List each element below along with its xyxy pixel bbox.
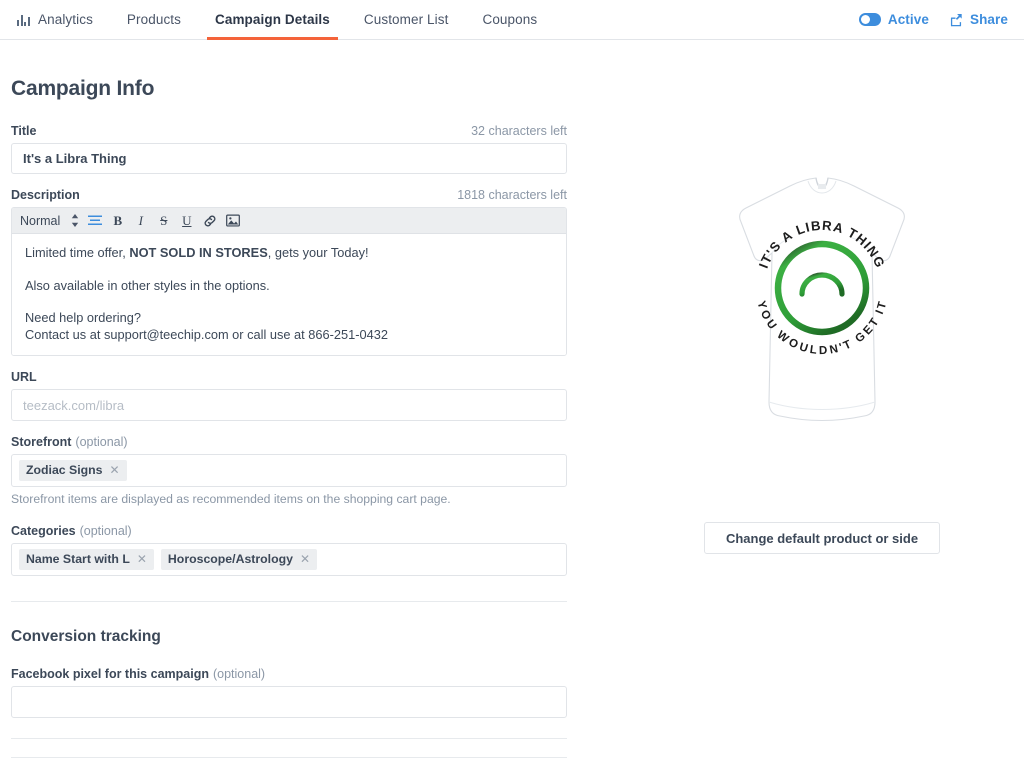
tab-customer-list-label: Customer List [363, 11, 449, 27]
underline-icon[interactable]: U [175, 210, 198, 232]
facebook-pixel-input[interactable] [11, 686, 567, 719]
bold-icon[interactable]: B [106, 210, 129, 232]
description-p1-post: , gets your Today! [267, 245, 369, 260]
storefront-hint: Storefront items are displayed as recomm… [11, 492, 451, 507]
editor-toolbar: Normal B I S U [12, 208, 566, 234]
description-field-head: Description 1818 characters left [11, 188, 567, 202]
tab-analytics-label: Analytics [38, 11, 93, 27]
category-tag-label: Horoscope/Astrology [167, 552, 293, 567]
category-tag: Name Start with L ✕ [19, 549, 154, 571]
description-field-group: Description 1818 characters left Normal [11, 188, 567, 357]
storefront-label: Storefront [11, 435, 72, 450]
categories-optional-label: (optional) [79, 524, 132, 539]
storefront-tag: Zodiac Signs ✕ [19, 460, 127, 482]
conversion-tracking-title: Conversion tracking [11, 628, 161, 646]
category-tag-label: Name Start with L [26, 552, 130, 567]
chevron-updown-icon [71, 214, 79, 227]
change-default-product-button[interactable]: Change default product or side [704, 522, 940, 554]
toggle-switch-icon[interactable] [858, 13, 881, 26]
tab-campaign-details-label: Campaign Details [215, 11, 330, 27]
storefront-optional-label: (optional) [75, 435, 128, 450]
page-body: Campaign Info Title 32 characters left D… [0, 40, 1024, 761]
title-character-count: 32 characters left [471, 124, 567, 138]
active-toggle[interactable]: Active [858, 12, 929, 27]
share-button[interactable]: Share [949, 12, 1008, 27]
strikethrough-icon[interactable]: S [152, 210, 175, 232]
categories-label: Categories [11, 524, 76, 539]
tab-coupons[interactable]: Coupons [465, 0, 554, 39]
description-paragraph-2: Also available in other styles in the op… [25, 277, 270, 293]
storefront-tag-label: Zodiac Signs [26, 463, 103, 478]
storefront-field-group: Storefront (optional) Zodiac Signs ✕ Sto… [11, 435, 567, 506]
facebook-pixel-optional-label: (optional) [212, 667, 266, 682]
title-label: Title [11, 124, 37, 138]
tab-products[interactable]: Products [110, 0, 198, 39]
format-select[interactable]: Normal [20, 214, 79, 228]
description-editor: Normal B I S U Limited time offer, NOT S… [11, 207, 567, 357]
description-p1-pre: Limited time offer, [25, 245, 130, 260]
tab-customer-list[interactable]: Customer List [347, 0, 466, 39]
product-image: IT'S A LIBRA THING YOU WOULDN'T GET IT [652, 160, 992, 470]
share-icon [949, 13, 963, 27]
url-field-head: URL [11, 370, 567, 384]
tab-campaign-details[interactable]: Campaign Details [198, 0, 347, 40]
url-field-group: URL [11, 370, 567, 422]
align-icon[interactable] [83, 210, 106, 232]
facebook-pixel-field-head: Facebook pixel for this campaign (option… [11, 667, 567, 681]
categories-field-group: Categories (optional) Name Start with L … [11, 524, 567, 577]
remove-tag-icon[interactable]: ✕ [137, 553, 147, 565]
category-tag: Horoscope/Astrology ✕ [160, 549, 318, 571]
section-divider-bottom-2 [11, 757, 567, 759]
url-input[interactable] [11, 389, 567, 422]
facebook-pixel-field-group: Facebook pixel for this campaign (option… [11, 667, 567, 719]
section-divider-bottom [11, 738, 567, 740]
link-icon[interactable] [198, 210, 221, 232]
facebook-pixel-label: Facebook pixel for this campaign [11, 667, 209, 682]
description-label: Description [11, 188, 80, 202]
description-editor-body[interactable]: Limited time offer, NOT SOLD IN STORES, … [12, 234, 566, 356]
title-field-group: Title 32 characters left [11, 124, 567, 174]
nav-actions: Active Share [858, 0, 1010, 39]
title-input[interactable] [11, 143, 567, 174]
remove-tag-icon[interactable]: ✕ [110, 464, 120, 476]
description-p1-bold: NOT SOLD IN STORES [129, 245, 268, 260]
page-title: Campaign Info [11, 77, 155, 100]
active-toggle-label: Active [887, 12, 929, 27]
italic-icon[interactable]: I [129, 210, 152, 232]
categories-field-head: Categories (optional) [11, 524, 567, 538]
categories-tag-input[interactable]: Name Start with L ✕ Horoscope/Astrology … [11, 543, 567, 577]
storefront-tag-input[interactable]: Zodiac Signs ✕ [11, 454, 567, 488]
description-paragraph-1: Limited time offer, NOT SOLD IN STORES, … [25, 245, 553, 261]
section-divider [11, 601, 567, 603]
bar-chart-icon [17, 14, 31, 26]
description-paragraph-3: Need help ordering? [25, 310, 141, 326]
format-select-value: Normal [20, 213, 61, 228]
title-field-head: Title 32 characters left [11, 124, 567, 138]
nav-tab-list: Analytics Products Campaign Details Cust… [0, 0, 554, 40]
tab-coupons-label: Coupons [482, 11, 538, 27]
url-label: URL [11, 370, 37, 385]
campaign-info-form: Campaign Info Title 32 characters left D… [11, 40, 567, 759]
image-icon[interactable] [221, 210, 244, 232]
description-paragraph-4: Contact us at support@teechip.com or cal… [25, 326, 388, 342]
share-label: Share [969, 12, 1008, 27]
description-character-count: 1818 characters left [457, 188, 567, 202]
tab-products-label: Products [126, 11, 181, 27]
remove-tag-icon[interactable]: ✕ [300, 553, 310, 565]
storefront-field-head: Storefront (optional) [11, 435, 567, 449]
tab-analytics[interactable]: Analytics [0, 0, 110, 39]
product-preview-panel: IT'S A LIBRA THING YOU WOULDN'T GET IT C… [652, 40, 992, 554]
top-navigation-bar: Analytics Products Campaign Details Cust… [0, 0, 1024, 40]
